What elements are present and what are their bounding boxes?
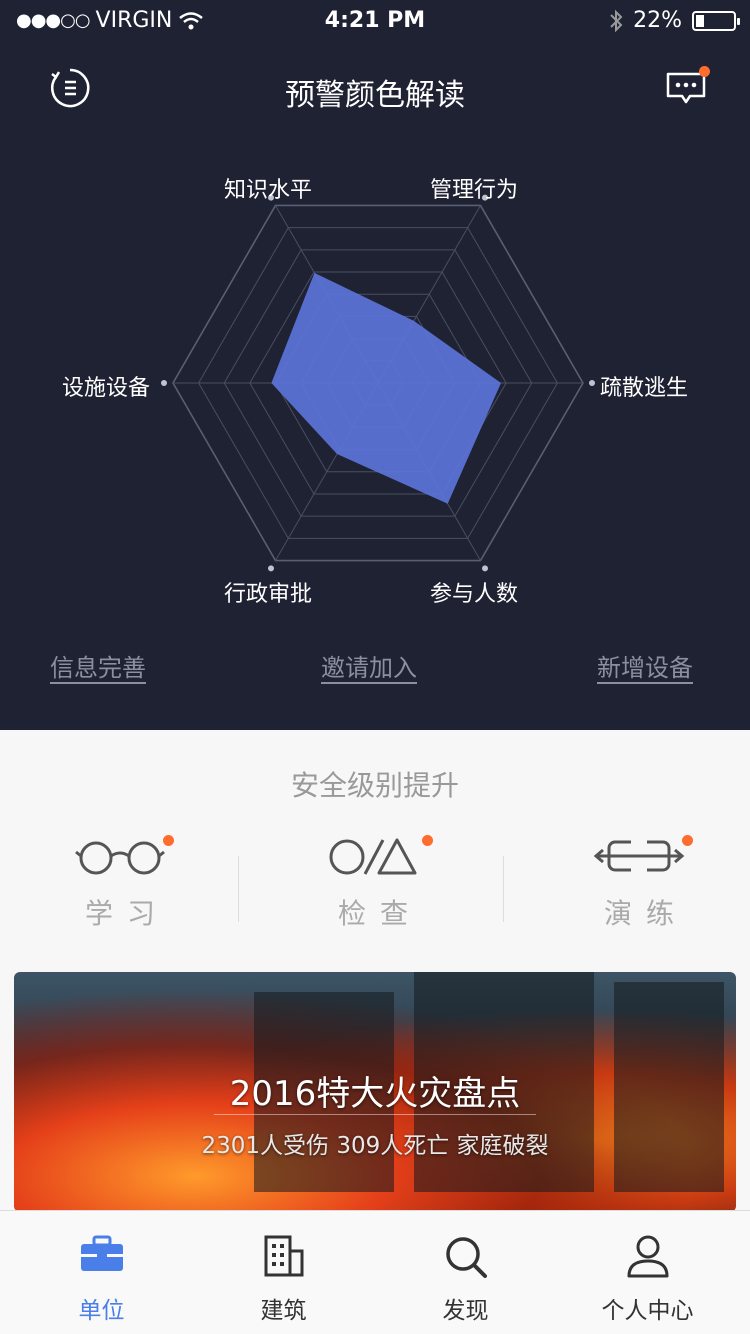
inspect-label: 检查 [337,897,422,930]
action-divider [238,856,239,922]
drill-button[interactable]: 演练 [519,830,750,940]
battery-percent: 22% [633,8,682,33]
radar-label-management: 管理行为 [430,178,519,203]
study-badge [163,835,174,846]
tab-discover-label: 发现 [442,1298,489,1324]
radar-label-evacuation: 疏散逃生 [600,376,689,401]
tab-unit-label: 单位 [78,1298,125,1324]
radar-vertex-dot [482,565,488,572]
battery-icon [692,10,740,31]
add-device-link[interactable]: 新增设备 [597,648,693,683]
tab-unit[interactable]: 单位 [8,1211,195,1334]
radar-label-knowledge: 知识水平 [224,178,313,203]
header-panel: ●●●○○ VIRGIN 4:21 PM 22% 预警颜色解读 知识水平 管理行… [0,0,750,730]
tab-profile[interactable]: 个人中心 [554,1211,741,1334]
tab-building-label: 建筑 [260,1298,307,1324]
bluetooth-icon [610,9,623,32]
quick-links: 信息完善 邀请加入 新增设备 [0,648,750,688]
inspect-button[interactable]: 检查 [253,830,493,940]
action-row: 学习 检查 演练 [0,830,750,940]
tab-building[interactable]: 建筑 [190,1211,377,1334]
drill-arrows-icon [593,838,685,874]
page-title: 预警颜色解读 [285,78,465,113]
radar-data-area [271,272,501,504]
nav-bar: 预警颜色解读 [0,56,750,120]
radar-label-facilities: 设施设备 [62,376,151,401]
banner-subtitle: 2301人受伤 309人死亡 家庭破裂 [201,1133,549,1159]
info-complete-link[interactable]: 信息完善 [50,648,146,683]
tab-bar: 单位 建筑 发现 个人中心 [0,1210,750,1334]
search-icon [445,1237,487,1278]
status-bar: ●●●○○ VIRGIN 4:21 PM 22% [0,0,750,40]
shapes-icon [329,838,417,875]
banner-headline: 2016特大火灾盘点 [229,1074,521,1114]
invite-link[interactable]: 邀请加入 [321,648,417,683]
status-right: 22% [609,8,740,33]
study-button[interactable]: 学习 [0,830,240,940]
radar-label-participants: 参与人数 [430,582,519,607]
message-button[interactable] [664,66,710,110]
radar-vertex-dot [589,380,595,386]
radar-label-approval: 行政审批 [224,582,313,607]
radar-chart: 知识水平 管理行为 疏散逃生 参与人数 行政审批 设施设备 [0,150,750,620]
radar-vertex-dot [268,565,274,572]
drill-label: 演练 [603,897,688,930]
building-icon [264,1235,303,1277]
banner-separator [214,1114,536,1115]
briefcase-icon [80,1235,123,1271]
glasses-icon [75,841,165,875]
radar-vertex-dot [161,380,167,386]
action-divider [503,856,504,922]
section-title: 安全级别提升 [290,769,459,802]
fire-banner[interactable]: 2016特大火灾盘点 2301人受伤 309人死亡 家庭破裂 [14,972,736,1212]
inspect-badge [422,835,433,846]
drill-badge [682,835,693,846]
user-icon [627,1235,668,1278]
notification-dot [699,66,710,77]
tab-profile-label: 个人中心 [601,1298,694,1324]
tab-discover[interactable]: 发现 [372,1211,559,1334]
study-label: 学习 [84,897,169,930]
